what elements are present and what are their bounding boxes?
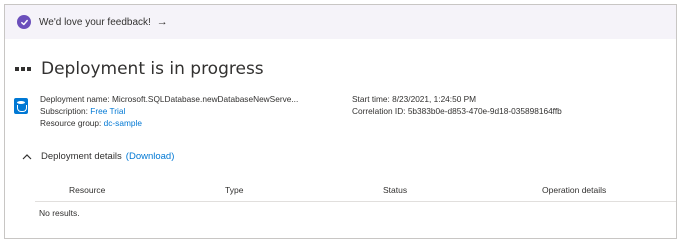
deployment-page: We'd love your feedback! → Deployment is… — [4, 4, 677, 239]
deployment-name-label: Deployment name: — [40, 94, 110, 104]
title-row: Deployment is in progress — [15, 59, 264, 79]
resource-group-label: Resource group: — [40, 118, 102, 128]
column-header-resource[interactable]: Resource — [69, 185, 105, 195]
start-time-value: 8/23/2021, 1:24:50 PM — [392, 94, 477, 104]
resource-group-link[interactable]: dc-sample — [104, 118, 142, 128]
correlation-id-label: Correlation ID: — [352, 106, 406, 116]
arrow-right-icon[interactable]: → — [157, 16, 168, 28]
start-time-label: Start time: — [352, 94, 390, 104]
deployment-details-header[interactable]: Deployment details (Download) — [21, 151, 174, 162]
deployment-name-row: Deployment name: Microsoft.SQLDatabase.n… — [40, 93, 298, 105]
feedback-icon — [17, 15, 31, 29]
deployment-info-left: Deployment name: Microsoft.SQLDatabase.n… — [40, 93, 298, 129]
correlation-id-row: Correlation ID: 5b383b0e-d853-470e-9d18-… — [352, 105, 562, 117]
correlation-id-value: 5b383b0e-d853-470e-9d18-035898164ffb — [407, 106, 562, 116]
feedback-banner[interactable]: We'd love your feedback! → — [5, 5, 676, 39]
column-header-status[interactable]: Status — [383, 185, 407, 195]
download-link[interactable]: (Download) — [126, 151, 175, 162]
sql-database-icon — [14, 98, 28, 114]
column-header-operation-details[interactable]: Operation details — [542, 185, 606, 195]
column-header-type[interactable]: Type — [225, 185, 243, 195]
start-time-row: Start time: 8/23/2021, 1:24:50 PM — [352, 93, 562, 105]
table-divider — [35, 201, 676, 202]
resource-group-row: Resource group: dc-sample — [40, 117, 298, 129]
deployment-info-right: Start time: 8/23/2021, 1:24:50 PM Correl… — [352, 93, 562, 117]
subscription-row: Subscription: Free Trial — [40, 105, 298, 117]
page-title: Deployment is in progress — [41, 59, 264, 79]
subscription-label: Subscription: — [40, 106, 88, 116]
deployment-name-value: Microsoft.SQLDatabase.newDatabaseNewServ… — [111, 94, 299, 104]
deployment-details-label: Deployment details — [41, 151, 122, 162]
chevron-up-icon[interactable] — [21, 152, 33, 162]
subscription-link[interactable]: Free Trial — [90, 106, 125, 116]
no-results-text: No results. — [39, 208, 80, 218]
feedback-text[interactable]: We'd love your feedback! — [39, 17, 151, 28]
more-icon[interactable] — [15, 67, 31, 71]
